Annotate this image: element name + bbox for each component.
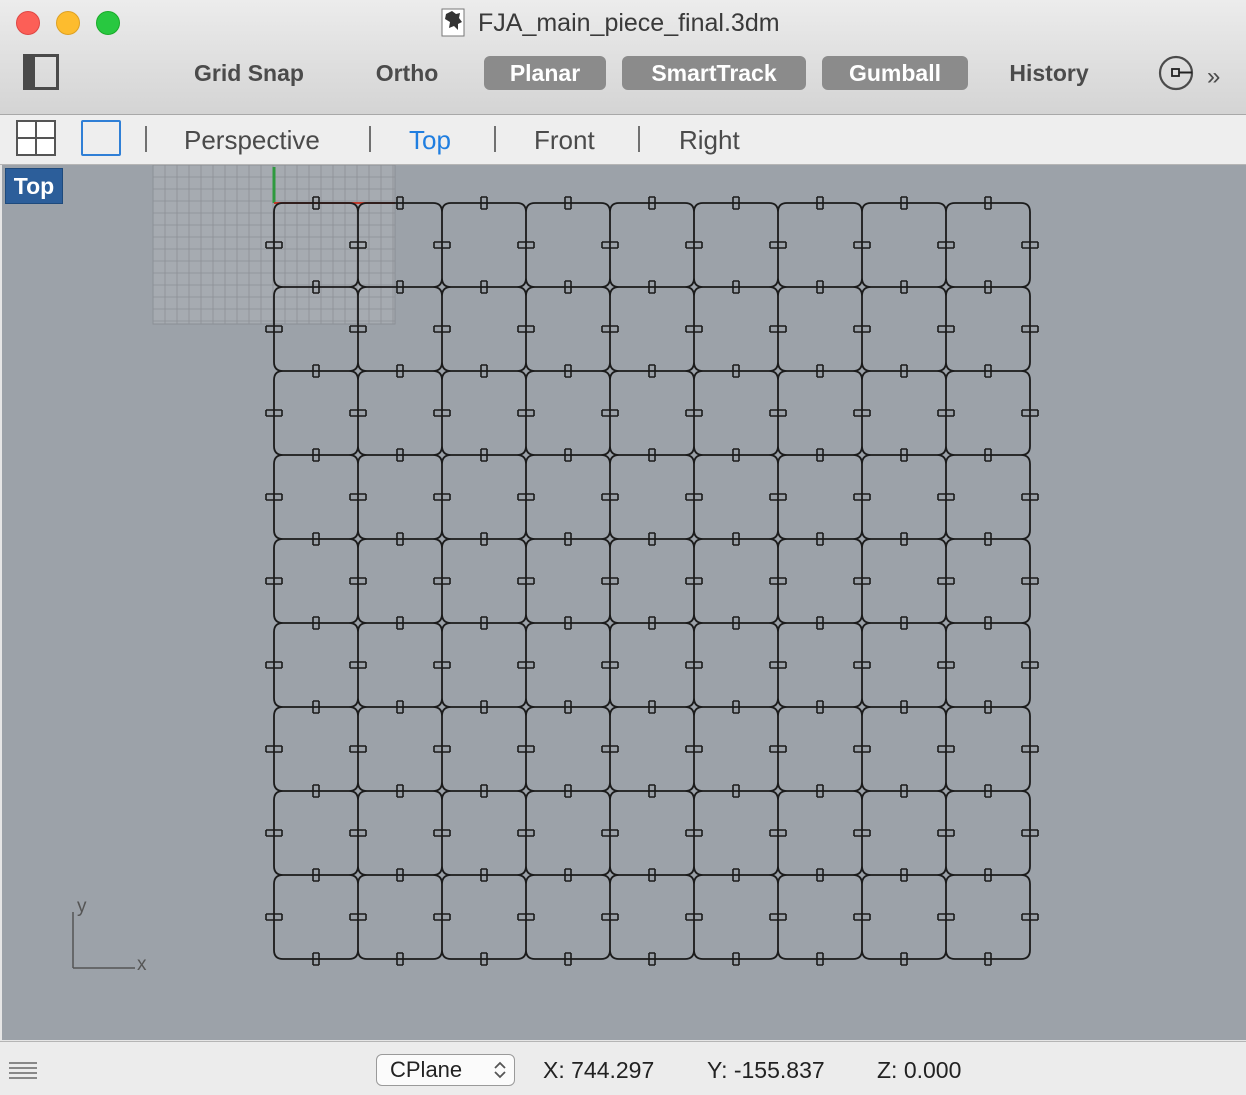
gumball-toggle[interactable]: Gumball <box>822 56 968 90</box>
cursor-z-coordinate: Z: 0.000 <box>877 1057 962 1083</box>
tab-perspective[interactable]: Perspective <box>184 122 320 158</box>
grid-snap-toggle[interactable]: Grid Snap <box>180 56 318 90</box>
world-axes-indicator: y x <box>72 896 147 975</box>
tab-divider <box>145 126 147 152</box>
viewport-canvas[interactable]: y x <box>2 165 1246 1040</box>
minimize-window-button[interactable] <box>56 11 80 35</box>
cplane-select-value: CPlane <box>390 1057 463 1082</box>
top-viewport[interactable]: y x Top <box>2 165 1246 1040</box>
select-arrows-icon <box>494 1061 506 1079</box>
single-viewport-layout-icon[interactable] <box>81 120 121 156</box>
axis-x-label: x <box>137 954 147 975</box>
toolbar-overflow-chevron-icon[interactable]: » <box>1207 62 1220 92</box>
close-window-button[interactable] <box>16 11 40 35</box>
rhino-document-icon <box>441 8 465 37</box>
cursor-y-coordinate: Y: -155.837 <box>707 1057 825 1083</box>
command-list-menu-icon[interactable] <box>9 1060 37 1080</box>
tab-top[interactable]: Top <box>409 122 451 158</box>
planar-toggle[interactable]: Planar <box>484 56 606 90</box>
viewport-name-label[interactable]: Top <box>5 168 63 204</box>
tab-divider <box>638 126 640 152</box>
viewport-tab-bar: Perspective Top Front Right <box>0 115 1246 165</box>
cplane-select[interactable]: CPlane <box>376 1054 515 1086</box>
window-titlebar: FJA_main_piece_final.3dm Grid Snap Ortho… <box>0 0 1246 115</box>
ortho-toggle[interactable]: Ortho <box>363 56 451 90</box>
four-viewport-layout-icon[interactable] <box>16 120 56 156</box>
history-toggle[interactable]: History <box>995 56 1103 90</box>
sidebar-toggle-button[interactable] <box>23 54 59 90</box>
axis-y-label: y <box>77 896 87 917</box>
cursor-x-coordinate: X: 744.297 <box>543 1057 655 1083</box>
tab-divider <box>369 126 371 152</box>
tab-front[interactable]: Front <box>534 122 595 158</box>
zoom-window-button[interactable] <box>96 11 120 35</box>
window-title: FJA_main_piece_final.3dm <box>478 9 780 37</box>
tab-right[interactable]: Right <box>679 122 740 158</box>
tab-divider <box>494 126 496 152</box>
gumball-widget-icon[interactable] <box>1158 55 1194 91</box>
smarttrack-toggle[interactable]: SmartTrack <box>622 56 806 90</box>
status-bar: CPlane X: 744.297 Y: -155.837 Z: 0.000 <box>0 1041 1246 1095</box>
